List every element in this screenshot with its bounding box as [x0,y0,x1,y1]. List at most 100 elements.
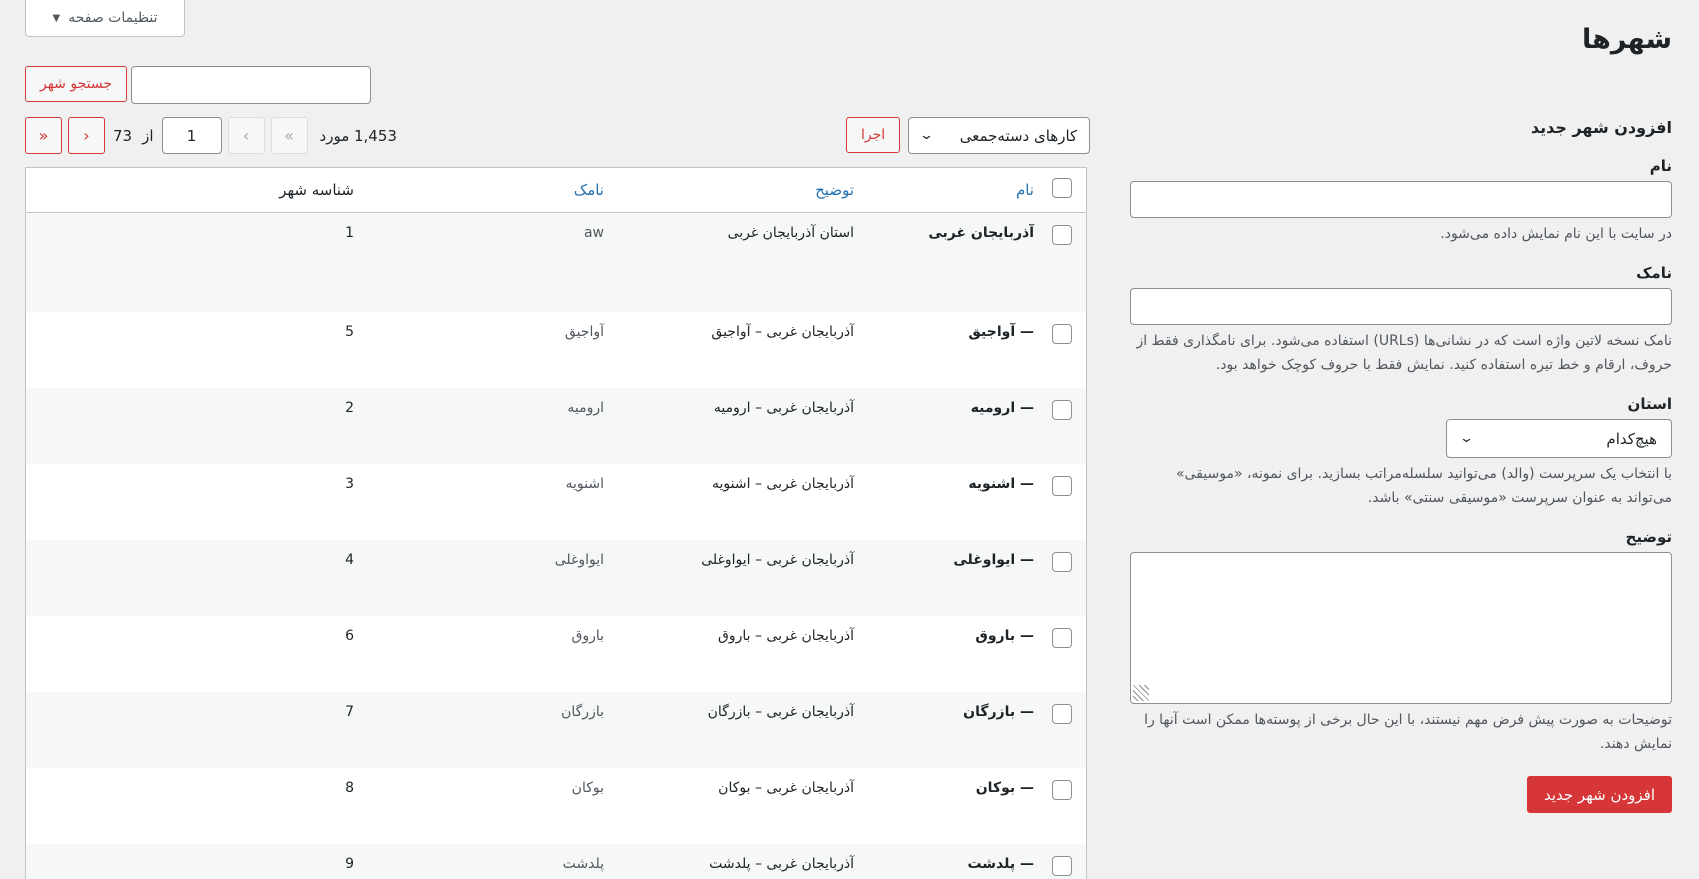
row-slug: بوکان [571,780,604,796]
row-name[interactable]: — ایواوغلی [864,540,1044,616]
chevron-down-icon: ⌄ [1458,431,1475,446]
row-checkbox[interactable] [1052,552,1072,572]
caret-down-icon: ▼ [52,12,61,24]
name-input[interactable] [1130,181,1672,218]
row-name[interactable]: — بوکان [864,768,1044,844]
pagination: » › 73 از 1 ‹ « 1,453 مورد [25,117,397,154]
row-checkbox[interactable] [1052,780,1072,800]
cities-table: نام توضیح نامک شناسه شهر آذربایجان غربی … [25,167,1087,879]
column-header-name[interactable]: نام [864,168,1044,213]
name-field-group: نام در سایت با این نام نمایش داده می‌شود… [1130,157,1672,246]
form-title: افزودن شهر جدید [1530,118,1672,137]
row-checkbox[interactable] [1052,628,1072,648]
row-checkbox[interactable] [1052,400,1072,420]
row-id: 2 [345,400,354,416]
table-row: — ارومیه آذربایجان غربی – ارومیه ارومیه … [26,388,1086,464]
row-slug: باروق [571,628,604,644]
row-name[interactable]: — آواجیق [864,312,1044,388]
row-checkbox[interactable] [1052,856,1072,876]
row-slug: بازرگان [561,704,604,720]
table-row: — باروق آذربایجان غربی – باروق باروق 6 [26,616,1086,692]
next-page-button[interactable]: › [68,117,105,154]
row-name[interactable]: — ارومیه [864,388,1044,464]
search-input[interactable] [131,66,371,104]
row-checkbox[interactable] [1052,324,1072,344]
first-page-button: « [270,117,308,154]
table-row: — آواجیق آذربایجان غربی – آواجیق آواجیق … [26,312,1086,388]
parent-select-value: هیچ‌کدام [1606,429,1657,448]
row-description: آذربایجان غربی – اشنویه [712,476,854,492]
resize-handle-icon[interactable] [1133,685,1149,701]
screen-options-button[interactable]: تنظیمات صفحه ▼ [25,0,185,37]
parent-field-group: استان هیچ‌کدام ⌄ با انتخاب یک سرپرست (وا… [1130,395,1672,510]
column-header-slug[interactable]: نامک [364,168,614,213]
sort-description-link[interactable]: توضیح [815,181,854,199]
chevron-down-icon: ⌄ [918,128,935,143]
row-description: آذربایجان غربی – باروق [717,628,854,644]
add-new-form: افزودن شهر جدید نام در سایت با این نام ن… [1130,118,1672,813]
of-label: از [142,126,154,145]
table-row: — بوکان آذربایجان غربی – بوکان بوکان 8 [26,768,1086,844]
row-slug: ارومیه [567,400,604,416]
slug-label: نامک [1636,264,1672,282]
row-id: 9 [345,856,354,872]
table-row: آذربایجان غربی استان آذربایجان غربی aw 1 [26,212,1086,312]
total-pages: 73 [113,126,133,145]
desc-label: توضیح [1625,528,1672,546]
row-slug: آواجیق [564,324,604,340]
current-page-input[interactable]: 1 [161,117,222,154]
slug-help: نامک نسخه لاتین واژه است که در نشانی‌ها … [1136,333,1672,373]
slug-field-group: نامک نامک نسخه لاتین واژه است که در نشان… [1130,264,1672,377]
desc-field-group: توضیح توضیحات به صورت پیش فرض مهم نیستند… [1130,528,1672,756]
column-header-description[interactable]: توضیح [614,168,864,213]
description-textarea[interactable] [1130,552,1672,704]
row-name[interactable]: — بازرگان [864,692,1044,768]
prev-page-button: ‹ [227,117,265,154]
row-checkbox[interactable] [1052,224,1072,245]
row-slug: ایواوغلی [554,552,604,568]
row-description: آذربایجان غربی – پلدشت [709,856,854,872]
row-description: آذربایجان غربی – آواجیق [711,324,854,340]
row-id: 3 [345,476,354,492]
name-label: نام [1649,157,1672,175]
row-slug: اشنویه [565,476,604,492]
table-row: — اشنویه آذربایجان غربی – اشنویه اشنویه … [26,464,1086,540]
last-page-button[interactable]: » [25,117,62,154]
sort-slug-link[interactable]: نامک [574,181,604,199]
row-checkbox[interactable] [1052,476,1072,496]
row-id: 7 [345,704,354,720]
desc-help: توضیحات به صورت پیش فرض مهم نیستند، با ا… [1144,712,1672,752]
parent-select[interactable]: هیچ‌کدام ⌄ [1446,419,1672,458]
row-slug: aw [583,224,604,241]
row-id: 5 [345,324,354,340]
table-row: — بازرگان آذربایجان غربی – بازرگان بازرگ… [26,692,1086,768]
select-all-checkbox[interactable] [1052,177,1072,198]
sort-name-link[interactable]: نام [1016,181,1034,199]
column-header-id: شناسه شهر [26,168,364,213]
row-name[interactable]: — باروق [864,616,1044,692]
apply-button[interactable]: اجرا [846,117,901,153]
table-row: — پلدشت آذربایجان غربی – پلدشت پلدشت 9 [26,844,1086,879]
slug-input[interactable] [1130,288,1672,325]
bulk-actions-select[interactable]: کارهای دسته‌جمعی ⌄ [908,117,1091,154]
items-count: 1,453 مورد [319,126,397,145]
row-description: آذربایجان غربی – ایواوغلی [701,552,854,568]
screen-options-label: تنظیمات صفحه [68,10,158,26]
parent-help: با انتخاب یک سرپرست (والد) می‌توانید سلس… [1175,466,1672,506]
row-name[interactable]: — پلدشت [864,844,1044,879]
bulk-actions-value: کارهای دسته‌جمعی [959,126,1078,145]
row-id: 1 [345,224,354,241]
row-id: 6 [345,628,354,644]
page-title: شهرها [1581,24,1672,55]
row-description: آذربایجان غربی – بازرگان [707,704,854,720]
row-id: 4 [345,552,354,568]
parent-label: استان [1627,395,1672,413]
row-checkbox[interactable] [1052,704,1072,724]
search-button[interactable]: جستجو شهر [25,66,127,102]
row-name[interactable]: آذربایجان غربی [864,212,1044,312]
add-city-button[interactable]: افزودن شهر جدید [1526,776,1672,813]
search-box: جستجو شهر [25,66,371,104]
row-name[interactable]: — اشنویه [864,464,1044,540]
bulk-actions: کارهای دسته‌جمعی ⌄ اجرا [846,117,1091,154]
table-row: — ایواوغلی آذربایجان غربی – ایواوغلی ایو… [26,540,1086,616]
